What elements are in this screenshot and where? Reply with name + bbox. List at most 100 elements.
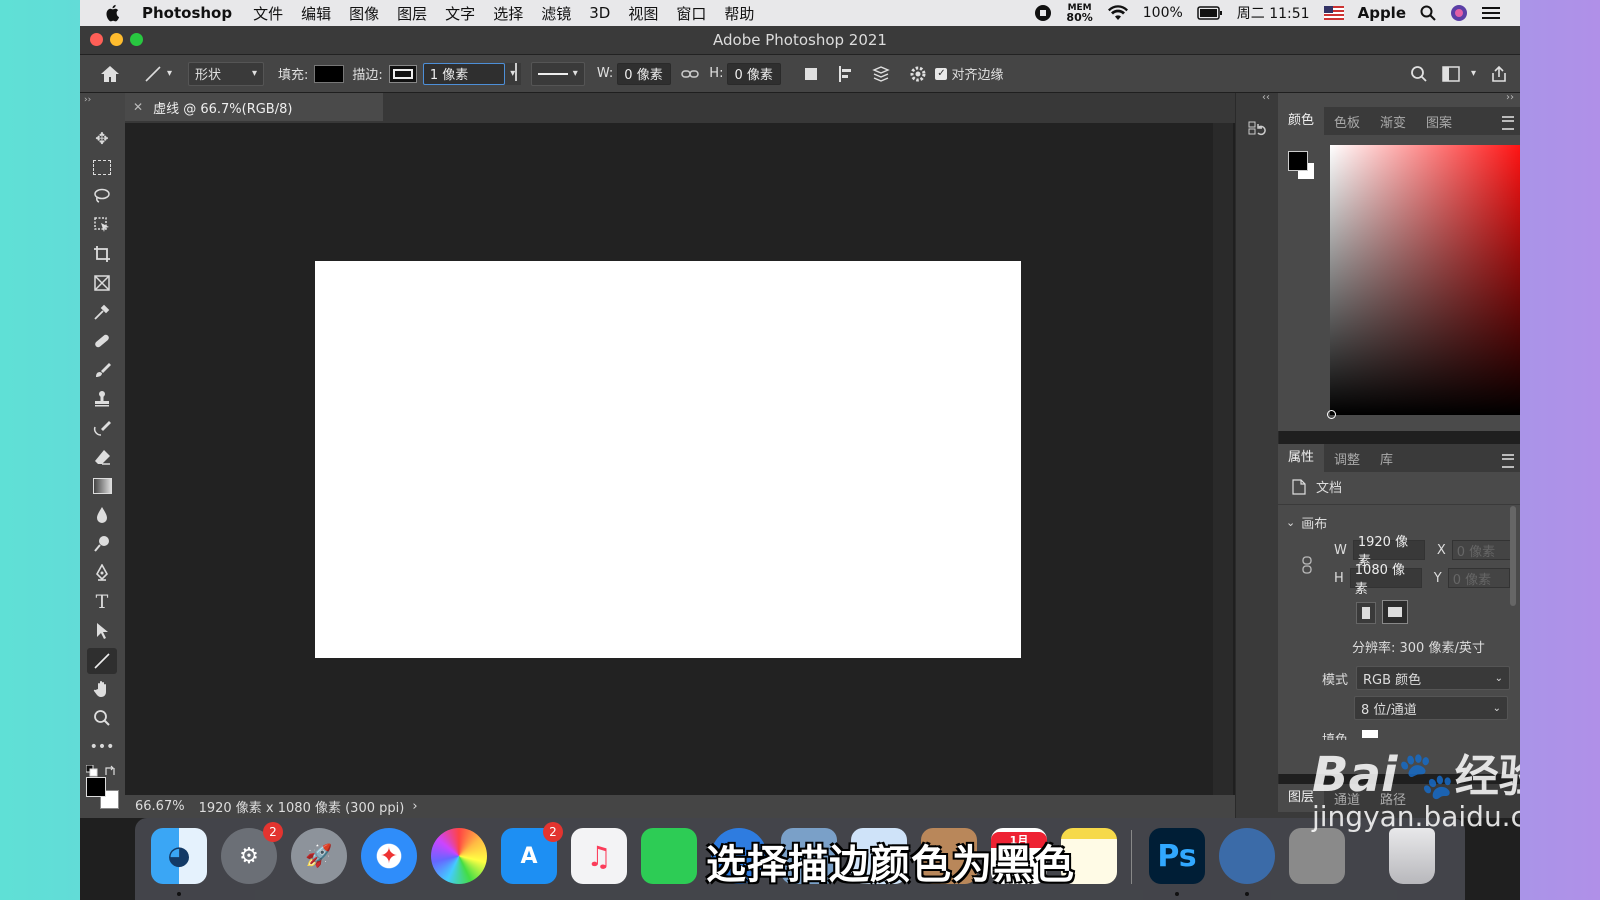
spotlight-search-icon[interactable]: [1420, 5, 1436, 21]
panel-menu-icon[interactable]: [1502, 116, 1514, 130]
document-canvas[interactable]: [315, 261, 1021, 658]
close-tab-icon[interactable]: ✕: [133, 100, 143, 114]
music-icon[interactable]: ♫: [571, 828, 627, 884]
path-selection-tool-icon[interactable]: [90, 620, 114, 642]
color-field-picker[interactable]: [1327, 410, 1336, 419]
menu-file[interactable]: 文件: [253, 3, 283, 24]
finder-icon[interactable]: ◕: [151, 828, 207, 884]
clone-stamp-tool-icon[interactable]: [90, 388, 114, 410]
battery-icon[interactable]: [1197, 6, 1223, 20]
stroke-color-swatch[interactable]: [388, 64, 417, 83]
user-name[interactable]: Apple: [1358, 4, 1406, 22]
menu-window[interactable]: 窗口: [676, 3, 706, 24]
crop-tool-icon[interactable]: [90, 243, 114, 265]
document-tab[interactable]: ✕ 虚线 @ 66.7%(RGB/8): [125, 93, 383, 121]
dodge-tool-icon[interactable]: [90, 533, 114, 555]
foreground-color-swatch[interactable]: [86, 777, 106, 797]
chevron-down-icon[interactable]: ▾: [1471, 68, 1476, 79]
color-mode-select[interactable]: RGB 颜色 ⌄: [1356, 666, 1511, 690]
photoshop-icon[interactable]: Ps: [1149, 828, 1205, 884]
align-edges-checkbox[interactable]: ✓: [935, 67, 948, 80]
canvas-width-input[interactable]: 1920 像素: [1352, 535, 1425, 569]
gear-icon[interactable]: [909, 65, 927, 83]
path-arrangement-icon[interactable]: [871, 65, 891, 83]
screenshot-app-icon[interactable]: [1289, 828, 1345, 884]
lasso-tool-icon[interactable]: [90, 185, 114, 207]
eraser-tool-icon[interactable]: [90, 446, 114, 468]
app-store-icon[interactable]: A2: [501, 822, 563, 884]
object-selection-tool-icon[interactable]: [90, 214, 114, 236]
tool-mode-select[interactable]: 形状 ▾: [188, 61, 265, 86]
tab-patterns[interactable]: 图案: [1416, 112, 1462, 131]
properties-scrollbar[interactable]: [1510, 506, 1516, 606]
frame-tool-icon[interactable]: [90, 272, 114, 294]
canvas-height-input[interactable]: 1080 像素: [1349, 563, 1422, 597]
share-icon[interactable]: [1490, 65, 1508, 83]
menu-image[interactable]: 图像: [349, 3, 379, 24]
eyedropper-tool-icon[interactable]: [90, 301, 114, 323]
collapse-panels-icon[interactable]: ‹‹: [1262, 92, 1270, 103]
shape-height-input[interactable]: 0 像素: [727, 62, 782, 85]
tab-swatches[interactable]: 色板: [1324, 112, 1370, 131]
photos-icon[interactable]: [431, 828, 487, 884]
link-icon[interactable]: [1302, 556, 1312, 574]
collapse-toolbar-icon[interactable]: ››: [84, 95, 91, 105]
canvas-workspace[interactable]: [125, 123, 1213, 795]
hand-tool-icon[interactable]: [90, 678, 114, 700]
launchpad-icon[interactable]: 🚀: [291, 828, 347, 884]
brush-tool-icon[interactable]: [90, 359, 114, 381]
path-alignment-icon[interactable]: [837, 65, 855, 83]
move-tool-icon[interactable]: ✥: [90, 127, 114, 149]
facetime-icon[interactable]: [641, 828, 697, 884]
safari-icon[interactable]: ✦: [361, 828, 417, 884]
notification-center-icon[interactable]: [1482, 6, 1500, 20]
menu-select[interactable]: 选择: [493, 3, 523, 24]
bit-depth-select[interactable]: 8 位/通道 ⌄: [1354, 696, 1508, 720]
tab-properties[interactable]: 属性: [1278, 444, 1325, 472]
history-brush-tool-icon[interactable]: [90, 417, 114, 439]
type-tool-icon[interactable]: T: [90, 591, 114, 613]
canvas-fill-swatch[interactable]: [1362, 730, 1379, 738]
menu-edit[interactable]: 编辑: [301, 3, 331, 24]
home-icon[interactable]: [100, 65, 120, 83]
system-preferences-icon[interactable]: ⚙ 2: [221, 822, 283, 884]
flag-icon[interactable]: [1323, 6, 1344, 20]
tab-gradients[interactable]: 渐变: [1370, 112, 1416, 131]
record-icon[interactable]: [1034, 4, 1052, 22]
vertical-scrollbar[interactable]: [1213, 123, 1233, 795]
zoom-tool-icon[interactable]: [90, 707, 114, 729]
shape-width-input[interactable]: 0 像素: [617, 62, 672, 85]
fill-color-swatch[interactable]: [314, 64, 345, 83]
pen-tool-icon[interactable]: [90, 562, 114, 584]
document-info[interactable]: 1920 像素 x 1080 像素 (300 ppi): [199, 797, 405, 816]
panel-fg-swatch[interactable]: [1288, 151, 1308, 171]
trash-icon[interactable]: [1389, 828, 1435, 884]
blur-tool-icon[interactable]: [90, 504, 114, 526]
color-field[interactable]: [1330, 145, 1520, 415]
healing-brush-tool-icon[interactable]: [90, 330, 114, 352]
marquee-tool-icon[interactable]: [90, 156, 114, 178]
menu-app-name[interactable]: Photoshop: [142, 4, 232, 22]
panel-menu-icon[interactable]: [1502, 454, 1514, 468]
quicktime-icon[interactable]: [1219, 828, 1275, 884]
menu-filter[interactable]: 滤镜: [541, 3, 571, 24]
history-panel-icon[interactable]: [1248, 121, 1266, 139]
gradient-tool-icon[interactable]: [90, 475, 114, 497]
default-colors-icon[interactable]: [86, 765, 98, 777]
chevron-right-icon[interactable]: ›: [412, 799, 417, 814]
stroke-type-select[interactable]: ▾: [530, 61, 585, 86]
tool-preset-picker[interactable]: ▾: [144, 65, 172, 83]
menu-3d[interactable]: 3D: [589, 4, 610, 22]
tab-libraries[interactable]: 库: [1370, 449, 1403, 468]
mem-indicator[interactable]: MEM 80%: [1066, 3, 1092, 23]
siri-icon[interactable]: [1450, 4, 1468, 22]
portrait-orientation-button[interactable]: [1356, 602, 1376, 624]
landscape-orientation-button[interactable]: [1382, 600, 1408, 624]
search-icon[interactable]: [1410, 65, 1428, 83]
menu-layer[interactable]: 图层: [397, 3, 427, 24]
apple-icon[interactable]: [102, 3, 124, 23]
wifi-icon[interactable]: [1107, 5, 1129, 21]
canvas-section-header[interactable]: ⌄ 画布: [1286, 513, 1327, 532]
menu-view[interactable]: 视图: [628, 3, 658, 24]
tab-color[interactable]: 颜色: [1278, 107, 1325, 135]
